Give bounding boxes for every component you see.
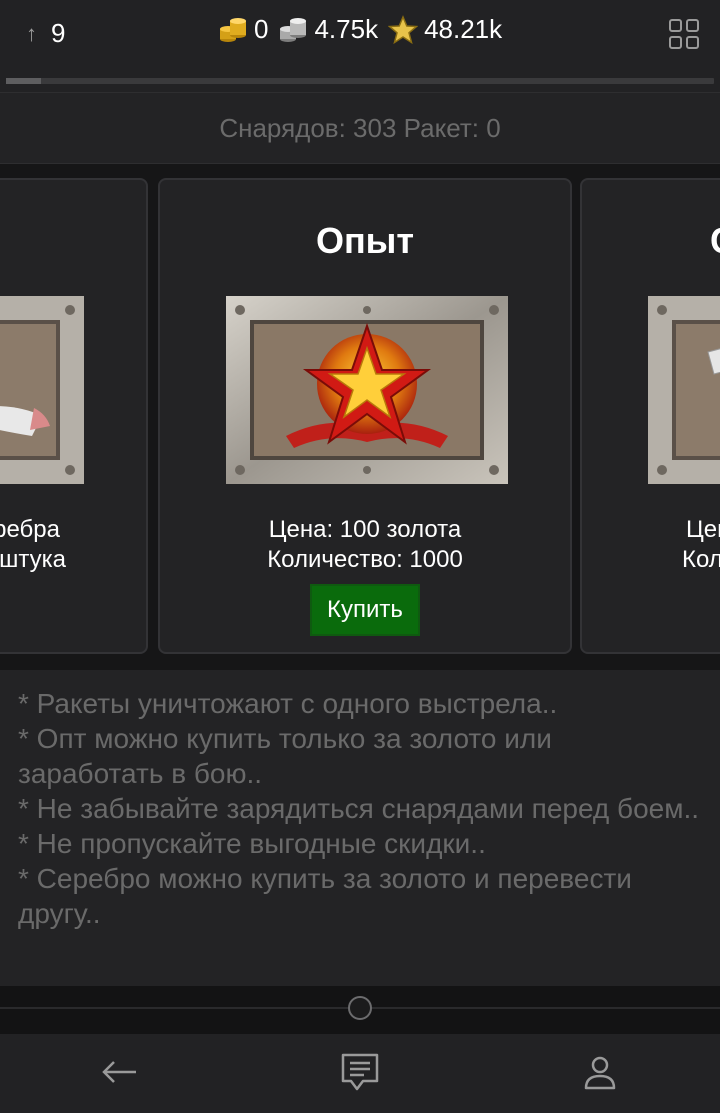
silver-balance: 4.75k	[278, 14, 378, 45]
shop-card-silver: ы ребра штука	[0, 178, 148, 654]
scroller-handle[interactable]	[348, 996, 372, 1020]
level-value: 9	[51, 18, 66, 48]
bottom-nav	[0, 1034, 720, 1113]
ammo-counter: Снарядов: 303 Ракет: 0	[0, 92, 720, 164]
tip-item: * Серебро можно купить за золото и перев…	[18, 863, 632, 929]
card-quantity: Кол	[682, 546, 720, 573]
card-title: Опыт	[315, 220, 415, 261]
card-title: ы	[0, 220, 146, 262]
buy-button[interactable]: Купить	[310, 584, 420, 636]
profile-button[interactable]	[578, 1050, 622, 1094]
tip-item: * Не пропускайте выгодные скидки..	[18, 828, 486, 859]
level-indicator: ↑ 9	[26, 18, 65, 49]
experience-pack-image	[226, 296, 508, 484]
tip-item: * Не забывайте зарядиться снарядами пере…	[18, 793, 700, 824]
currency-panel: 0 4.75k 48.21k	[218, 14, 512, 45]
silver-value: 4.75k	[314, 14, 379, 44]
arrow-up-icon: ↑	[26, 20, 37, 46]
star-icon	[388, 14, 419, 44]
back-arrow-icon	[102, 1061, 136, 1083]
gold-coins-icon	[220, 17, 246, 42]
silver-coins-icon	[280, 17, 307, 42]
progress-strip	[0, 74, 720, 92]
card-price: Цена: 100 золота	[268, 516, 462, 543]
back-button[interactable]	[98, 1050, 142, 1094]
profile-icon	[584, 1056, 616, 1090]
chat-button[interactable]	[338, 1050, 382, 1094]
chat-icon	[341, 1053, 379, 1091]
experience-value: 48.21k	[424, 14, 503, 44]
experience-progress-bar	[6, 78, 714, 84]
gold-value: 0	[254, 14, 269, 44]
experience-progress-fill	[6, 78, 42, 84]
card-quantity: Количество: 1000	[267, 546, 463, 573]
shop-card-experience: Опыт Цена: 100 золота Количество: 1000 К…	[158, 178, 572, 654]
tip-item: * Ракеты уничтожают с одного выстрела..	[18, 688, 558, 719]
gold-balance: 0	[218, 14, 268, 45]
tip-item: * Опт можно купить только за золото или …	[18, 723, 552, 789]
silver-pack-image	[0, 296, 84, 484]
card-price: Цен	[686, 516, 720, 543]
tips-panel: * Ракеты уничтожают с одного выстрела.. …	[0, 670, 720, 986]
shop-carousel[interactable]: ы ребра штука Опыт	[0, 164, 720, 670]
card-quantity: штука	[0, 546, 66, 573]
shells-pack-image	[648, 296, 720, 484]
experience-balance: 48.21k	[388, 14, 502, 45]
top-bar: ↑ 9 0 4.75k 48.21k	[0, 0, 720, 74]
card-title: С	[582, 220, 720, 262]
grid-menu-icon[interactable]	[668, 18, 700, 50]
card-price: ребра	[0, 516, 60, 543]
page-scroller[interactable]	[0, 986, 720, 1034]
shop-card-shells: С Цен Кол	[580, 178, 720, 654]
